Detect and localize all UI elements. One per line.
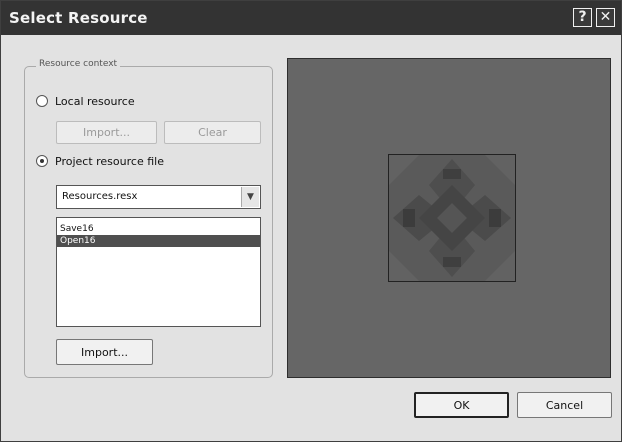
local-resource-label: Local resource bbox=[55, 94, 135, 108]
project-resource-label: Project resource file bbox=[55, 154, 164, 168]
import-project-button[interactable]: Import... bbox=[56, 339, 153, 365]
list-item[interactable]: Save16 bbox=[57, 223, 260, 235]
preview-pattern bbox=[389, 155, 515, 281]
help-button[interactable]: ? bbox=[573, 8, 592, 27]
title-bar[interactable]: Select Resource ? ✕ bbox=[1, 1, 621, 35]
project-resource-radio[interactable] bbox=[36, 155, 48, 167]
resource-context-label: Resource context bbox=[36, 59, 121, 69]
window-title: Select Resource bbox=[9, 9, 148, 27]
resource-list[interactable]: Save16 Open16 bbox=[56, 217, 261, 327]
select-resource-dialog: Select Resource ? ✕ Resource context Loc… bbox=[0, 0, 622, 442]
local-resource-option[interactable]: Local resource bbox=[36, 93, 135, 109]
image-preview-panel bbox=[287, 58, 611, 378]
project-resource-option[interactable]: Project resource file bbox=[36, 153, 164, 169]
resource-file-value: Resources.resx bbox=[62, 191, 138, 202]
cancel-button[interactable]: Cancel bbox=[517, 392, 612, 418]
clear-button[interactable]: Clear bbox=[164, 121, 261, 144]
resource-file-dropdown[interactable]: Resources.resx ▼ bbox=[56, 185, 261, 209]
list-item[interactable]: Open16 bbox=[57, 235, 260, 247]
chevron-down-icon[interactable]: ▼ bbox=[241, 187, 259, 207]
image-preview-icon bbox=[388, 154, 516, 282]
local-resource-radio[interactable] bbox=[36, 95, 48, 107]
import-local-button[interactable]: Import... bbox=[56, 121, 157, 144]
close-button[interactable]: ✕ bbox=[596, 8, 615, 27]
close-icon: ✕ bbox=[599, 9, 612, 25]
help-icon: ? bbox=[578, 9, 587, 25]
ok-button[interactable]: OK bbox=[414, 392, 509, 418]
